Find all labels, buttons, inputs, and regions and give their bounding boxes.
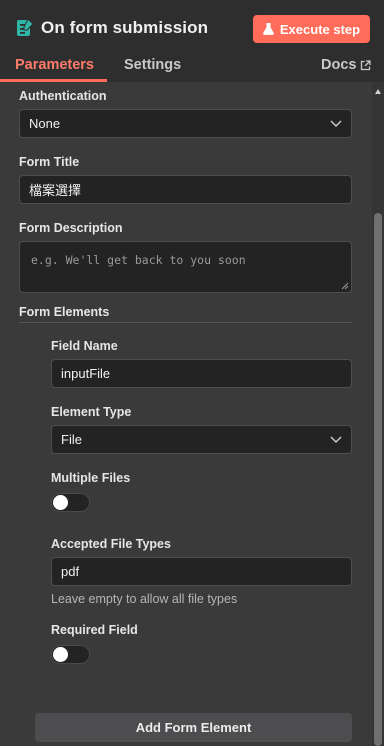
required-field-toggle[interactable] xyxy=(51,645,90,664)
active-tab-indicator xyxy=(0,79,107,82)
tab-parameters[interactable]: Parameters xyxy=(15,57,94,73)
element-type-label: Element Type xyxy=(51,405,132,419)
flask-icon xyxy=(262,23,274,35)
resize-handle-icon[interactable] xyxy=(341,282,349,290)
external-link-icon xyxy=(361,59,372,70)
element-type-value: File xyxy=(61,432,82,447)
accepted-file-types-label: Accepted File Types xyxy=(51,537,171,551)
form-description-label: Form Description xyxy=(19,221,123,235)
toggle-knob xyxy=(53,647,68,662)
field-name-value: inputFile xyxy=(61,366,111,381)
tab-settings[interactable]: Settings xyxy=(124,57,181,73)
execute-step-label: Execute step xyxy=(279,21,361,37)
multiple-files-label: Multiple Files xyxy=(51,471,131,485)
form-title-value: 檔案選擇 xyxy=(29,183,82,198)
tab-docs[interactable]: Docs xyxy=(321,57,372,73)
authentication-label: Authentication xyxy=(19,89,107,103)
panel-header: On form submission Execute step Paramete… xyxy=(0,0,384,82)
form-description-textarea[interactable]: e.g. We'll get back to you soon xyxy=(19,241,352,293)
form-elements-label: Form Elements xyxy=(19,305,110,319)
element-type-select[interactable]: File xyxy=(51,425,352,454)
accepted-file-types-hint: Leave empty to allow all file types xyxy=(51,592,238,606)
required-field-label: Required Field xyxy=(51,623,138,637)
node-title: On form submission xyxy=(41,18,209,37)
scroll-up-arrow-icon[interactable] xyxy=(375,89,381,94)
accepted-file-types-input[interactable]: pdf xyxy=(51,557,352,586)
form-title-input[interactable]: 檔案選擇 xyxy=(19,175,352,204)
accepted-file-types-value: pdf xyxy=(61,564,80,579)
add-form-element-button[interactable]: Add Form Element xyxy=(35,713,352,742)
section-divider xyxy=(19,322,352,323)
execute-step-button[interactable]: Execute step xyxy=(253,15,370,43)
form-title-label: Form Title xyxy=(19,155,80,169)
field-name-input[interactable]: inputFile xyxy=(51,359,352,388)
authentication-value: None xyxy=(29,116,61,131)
docs-label: Docs xyxy=(321,57,357,73)
multiple-files-toggle[interactable] xyxy=(51,493,90,512)
form-node-icon xyxy=(17,18,34,36)
chevron-down-icon xyxy=(330,436,342,443)
form-description-placeholder: e.g. We'll get back to you soon xyxy=(31,253,246,267)
chevron-down-icon xyxy=(330,120,342,127)
field-name-label: Field Name xyxy=(51,339,118,353)
scrollbar-thumb[interactable] xyxy=(374,213,382,746)
authentication-select[interactable]: None xyxy=(19,109,352,138)
toggle-knob xyxy=(53,495,68,510)
